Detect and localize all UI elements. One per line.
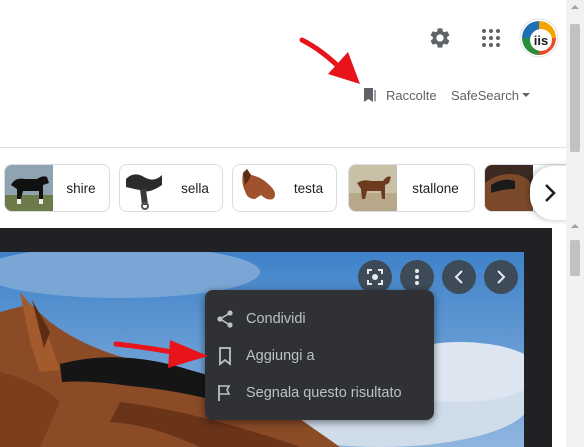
avatar-text: iis <box>534 33 548 48</box>
menu-item-add-to[interactable]: Aggiungi a <box>205 337 434 374</box>
chip-label: shire <box>66 180 96 196</box>
header-bar <box>0 0 566 148</box>
scroll-up-arrow[interactable] <box>566 0 584 14</box>
scrollbar-thumb[interactable] <box>570 24 580 152</box>
avatar[interactable]: iis <box>519 18 559 58</box>
image-options-menu: Condividi Aggiungi a Segnala questo risu… <box>205 290 434 420</box>
chip-label: testa <box>293 180 324 196</box>
chevron-right-icon <box>497 270 506 284</box>
collections-icon <box>364 88 376 102</box>
more-vert-icon <box>415 269 419 285</box>
previous-image-button[interactable] <box>442 260 476 294</box>
menu-item-report[interactable]: Segnala questo risultato <box>205 374 434 411</box>
lens-icon <box>367 269 383 285</box>
menu-item-label: Aggiungi a <box>246 347 315 364</box>
collections-label: Raccolte <box>386 87 437 103</box>
horse-shire-thumb <box>5 165 53 211</box>
caret-down-icon <box>521 93 530 97</box>
next-image-button[interactable] <box>484 260 518 294</box>
safesearch-label: SafeSearch <box>451 87 519 103</box>
chip-testa[interactable]: testa <box>232 164 337 212</box>
horse-thumb <box>485 165 533 211</box>
lens-button[interactable] <box>358 260 392 294</box>
annotation-arrow-raccolte <box>299 37 360 84</box>
chip-label: sella <box>181 180 209 196</box>
menu-item-label: Segnala questo risultato <box>246 384 402 401</box>
flag-icon <box>218 384 231 401</box>
bookmark-icon <box>219 346 231 366</box>
chip-stallone[interactable]: stallone <box>348 164 475 212</box>
menu-item-label: Condividi <box>246 310 306 327</box>
chip-label: stallone <box>412 180 459 196</box>
chevron-right-icon <box>545 184 556 202</box>
horse-head-thumb <box>233 165 281 211</box>
chevron-left-icon <box>454 270 463 284</box>
apps-grid-icon[interactable] <box>479 26 503 50</box>
stallion-thumb <box>349 165 397 211</box>
collections-link[interactable]: Raccolte <box>362 86 437 104</box>
viewer-scroll-up-arrow[interactable] <box>566 220 584 232</box>
gear-icon[interactable] <box>428 26 452 50</box>
annotation-arrow-add-to <box>113 340 208 368</box>
viewer-scrollbar-thumb[interactable] <box>570 240 580 276</box>
header-divider <box>0 147 566 148</box>
share-icon <box>217 309 233 328</box>
chip-shire[interactable]: shire <box>4 164 110 212</box>
saddle-thumb <box>120 165 168 211</box>
more-options-button[interactable] <box>400 260 434 294</box>
menu-item-share[interactable]: Condividi <box>205 300 434 337</box>
safesearch-dropdown[interactable]: SafeSearch <box>451 86 530 104</box>
chip-sella[interactable]: sella <box>119 164 223 212</box>
